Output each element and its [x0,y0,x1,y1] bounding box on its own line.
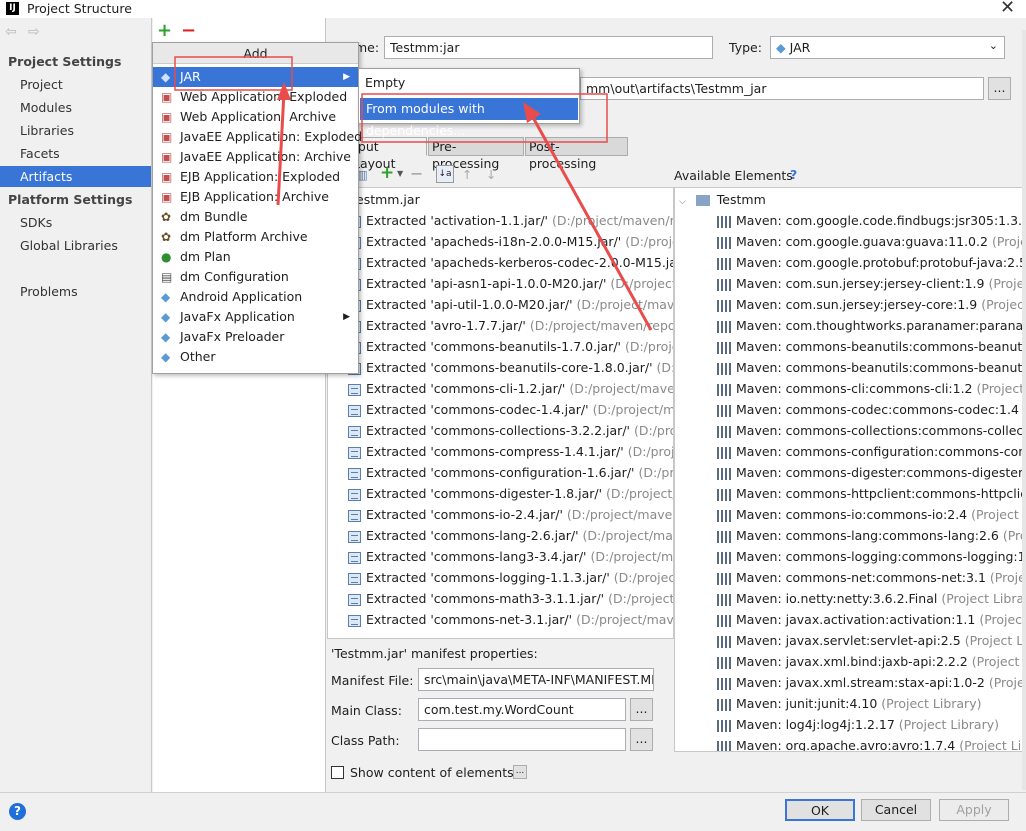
annotation-overlay [174,56,653,331]
cancel-button[interactable]: Cancel [861,799,931,821]
annotation-arrowhead-from-modules [523,102,541,123]
annotation-box-jar [174,56,293,91]
ok-button[interactable]: OK [785,799,855,821]
annotation-arrowhead-jar [277,82,291,100]
apply-button[interactable]: Apply [939,799,1009,821]
annotation-box-from-modules [361,93,608,143]
annotation-arrow-jar [276,91,286,206]
help-button[interactable]: ? [9,803,26,820]
dialog-button-bar: ? OK Cancel Apply [0,792,1026,831]
annotation-arrow-from-modules [528,111,653,331]
